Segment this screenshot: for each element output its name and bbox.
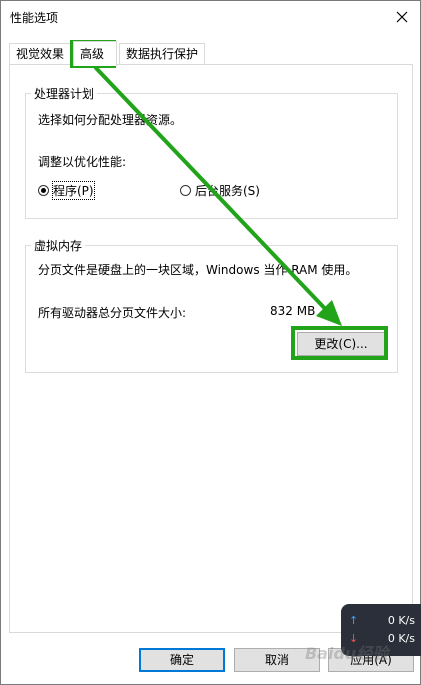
- advanced-tab-panel: 处理器计划 选择如何分配处理器资源。 调整以优化性能: 程序(P) 后台服务(S…: [9, 64, 413, 633]
- network-speed-widget: ↑ 0 K/s ↓ 0 K/s: [341, 604, 421, 656]
- paging-file-total-value: 832 MB: [270, 304, 316, 318]
- radio-programs-label: 程序(P): [52, 181, 95, 200]
- close-button[interactable]: [390, 5, 414, 29]
- radio-background-services[interactable]: 后台服务(S): [180, 182, 260, 199]
- processor-description: 选择如何分配处理器资源。: [38, 113, 183, 127]
- radio-services-label: 后台服务(S): [195, 184, 260, 198]
- radio-programs[interactable]: 程序(P): [38, 181, 95, 200]
- download-arrow-icon: ↓: [349, 632, 359, 645]
- adjust-for-label: 调整以优化性能:: [38, 155, 127, 169]
- paging-file-total-label: 所有驱动器总分页文件大小:: [38, 306, 187, 320]
- title-bar: 性能选项: [1, 1, 420, 33]
- tab-visual-effects[interactable]: 视觉效果: [9, 43, 73, 65]
- radio-programs-indicator: [38, 185, 49, 196]
- close-icon: [396, 11, 408, 23]
- upload-speed: 0 K/s: [387, 614, 415, 627]
- virtual-memory-legend: 虚拟内存: [34, 239, 83, 253]
- change-virtual-memory-button[interactable]: 更改(C)...: [297, 332, 385, 356]
- performance-options-dialog: 性能选项 视觉效果 高级 数据执行保护 处理器计划 选择如何分配处理器资源。 调…: [0, 0, 421, 685]
- processor-scheduling-legend: 处理器计划: [34, 87, 95, 101]
- upload-arrow-icon: ↑: [349, 614, 359, 627]
- tab-data-execution-prevention[interactable]: 数据执行保护: [119, 43, 205, 65]
- radio-services-indicator: [180, 185, 191, 196]
- virtual-memory-description: 分页文件是硬盘上的一块区域，Windows 当作 RAM 使用。: [38, 263, 358, 277]
- download-speed: 0 K/s: [387, 632, 415, 645]
- ok-button[interactable]: 确定: [139, 648, 225, 672]
- cancel-button[interactable]: 取消: [234, 648, 320, 672]
- window-title: 性能选项: [10, 11, 59, 25]
- tab-advanced[interactable]: 高级: [73, 41, 117, 66]
